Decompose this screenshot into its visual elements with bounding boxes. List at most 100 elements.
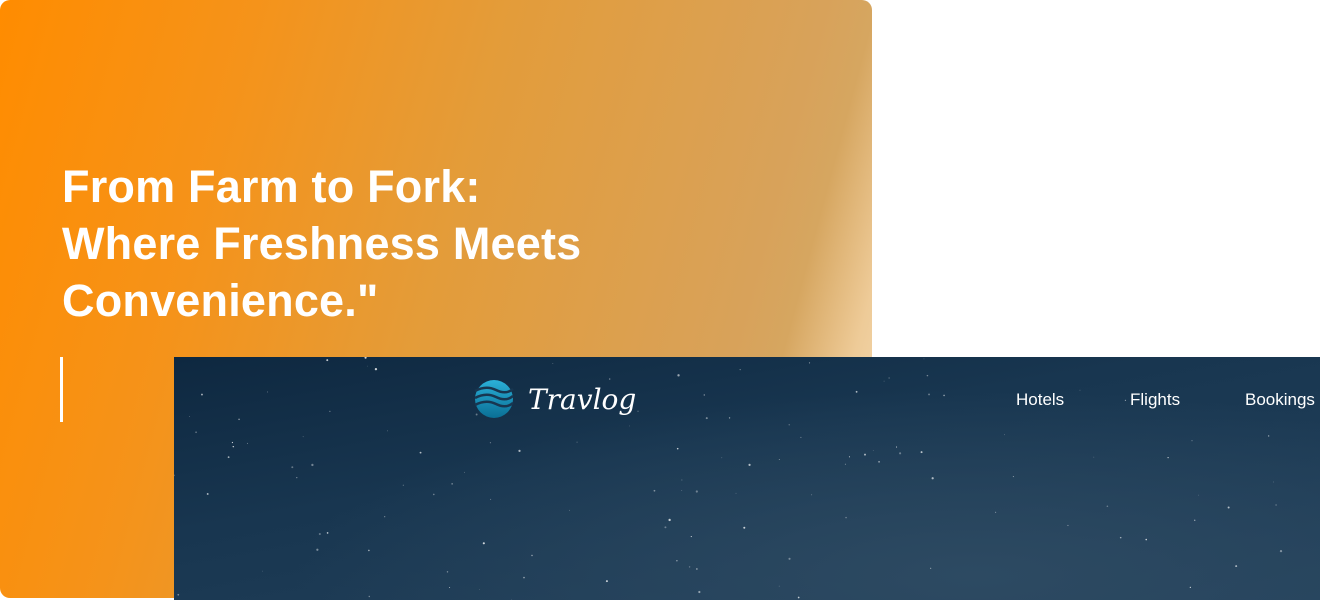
nav-bookings[interactable]: Bookings [1245,390,1315,410]
star [808,362,811,364]
star [735,492,737,494]
star [883,380,885,382]
star [721,457,723,459]
star [899,452,902,455]
nav-flights[interactable]: Flights [1130,390,1180,410]
star [451,483,453,485]
star [748,463,751,466]
star [368,595,370,598]
star [482,542,485,545]
star [1079,389,1081,391]
star [1189,586,1191,589]
star [291,466,294,469]
star [788,424,790,426]
star [569,509,570,511]
headline-line: Convenience." [62,275,379,326]
star [845,516,847,519]
star [1194,519,1196,521]
star [864,453,866,456]
star [432,493,435,496]
headline: From Farm to Fork: Where Freshness Meets… [62,158,581,329]
star [844,463,846,465]
star [728,417,731,419]
star [1279,549,1283,553]
star [1167,456,1169,459]
star [1191,440,1193,442]
star [629,425,630,427]
star [664,526,667,529]
star [368,549,370,552]
star [201,393,203,396]
star [1145,538,1148,541]
star [1004,434,1006,436]
star [888,377,890,379]
star [1235,565,1238,568]
star [238,418,240,421]
star [605,580,608,583]
star [1275,504,1277,506]
headline-line: From Farm to Fork: [62,161,481,212]
star [923,358,925,360]
star [374,368,378,371]
star [653,489,656,492]
logo[interactable]: Travlog [474,379,636,419]
star [695,490,698,493]
headline-line: Where Freshness Meets [62,218,582,269]
star [855,390,858,393]
star [778,459,780,460]
star [931,477,934,480]
star [446,571,449,573]
star [705,417,708,420]
star [366,365,368,367]
star [677,374,680,377]
star [1273,481,1274,483]
star [387,430,388,432]
star [402,484,404,486]
globe-logo-icon [474,380,514,418]
star [195,431,197,434]
star [676,560,678,562]
nav-hotels[interactable]: Hotels [1016,390,1064,410]
star [262,570,263,572]
star [206,493,209,495]
star [1067,524,1069,526]
star [479,589,480,590]
star [464,471,465,473]
star [1093,456,1095,458]
star [696,568,698,570]
star [364,357,367,359]
star [318,532,321,536]
divider-line [60,357,63,422]
star [920,451,923,454]
star [246,442,248,444]
star [668,518,671,522]
star [518,449,521,452]
star [296,476,298,479]
star [788,557,791,560]
star [188,416,190,418]
star [681,479,683,481]
website-preview: Travlog Hotels Flights Bookings [174,357,1320,600]
star [895,446,898,448]
logo-text: Travlog [528,382,637,416]
star [698,590,701,594]
star [811,494,813,496]
star [384,516,386,518]
star [174,474,175,477]
star [1198,494,1200,496]
star [690,535,692,538]
star [329,410,331,413]
star [878,461,880,463]
star [1012,476,1014,478]
star [449,587,451,589]
star [232,445,235,448]
star [523,576,525,579]
star [995,511,997,513]
star [489,442,492,444]
star [681,490,683,491]
star [1106,505,1109,508]
star [326,359,329,362]
star [797,596,800,599]
star [739,369,741,371]
star [926,374,929,377]
